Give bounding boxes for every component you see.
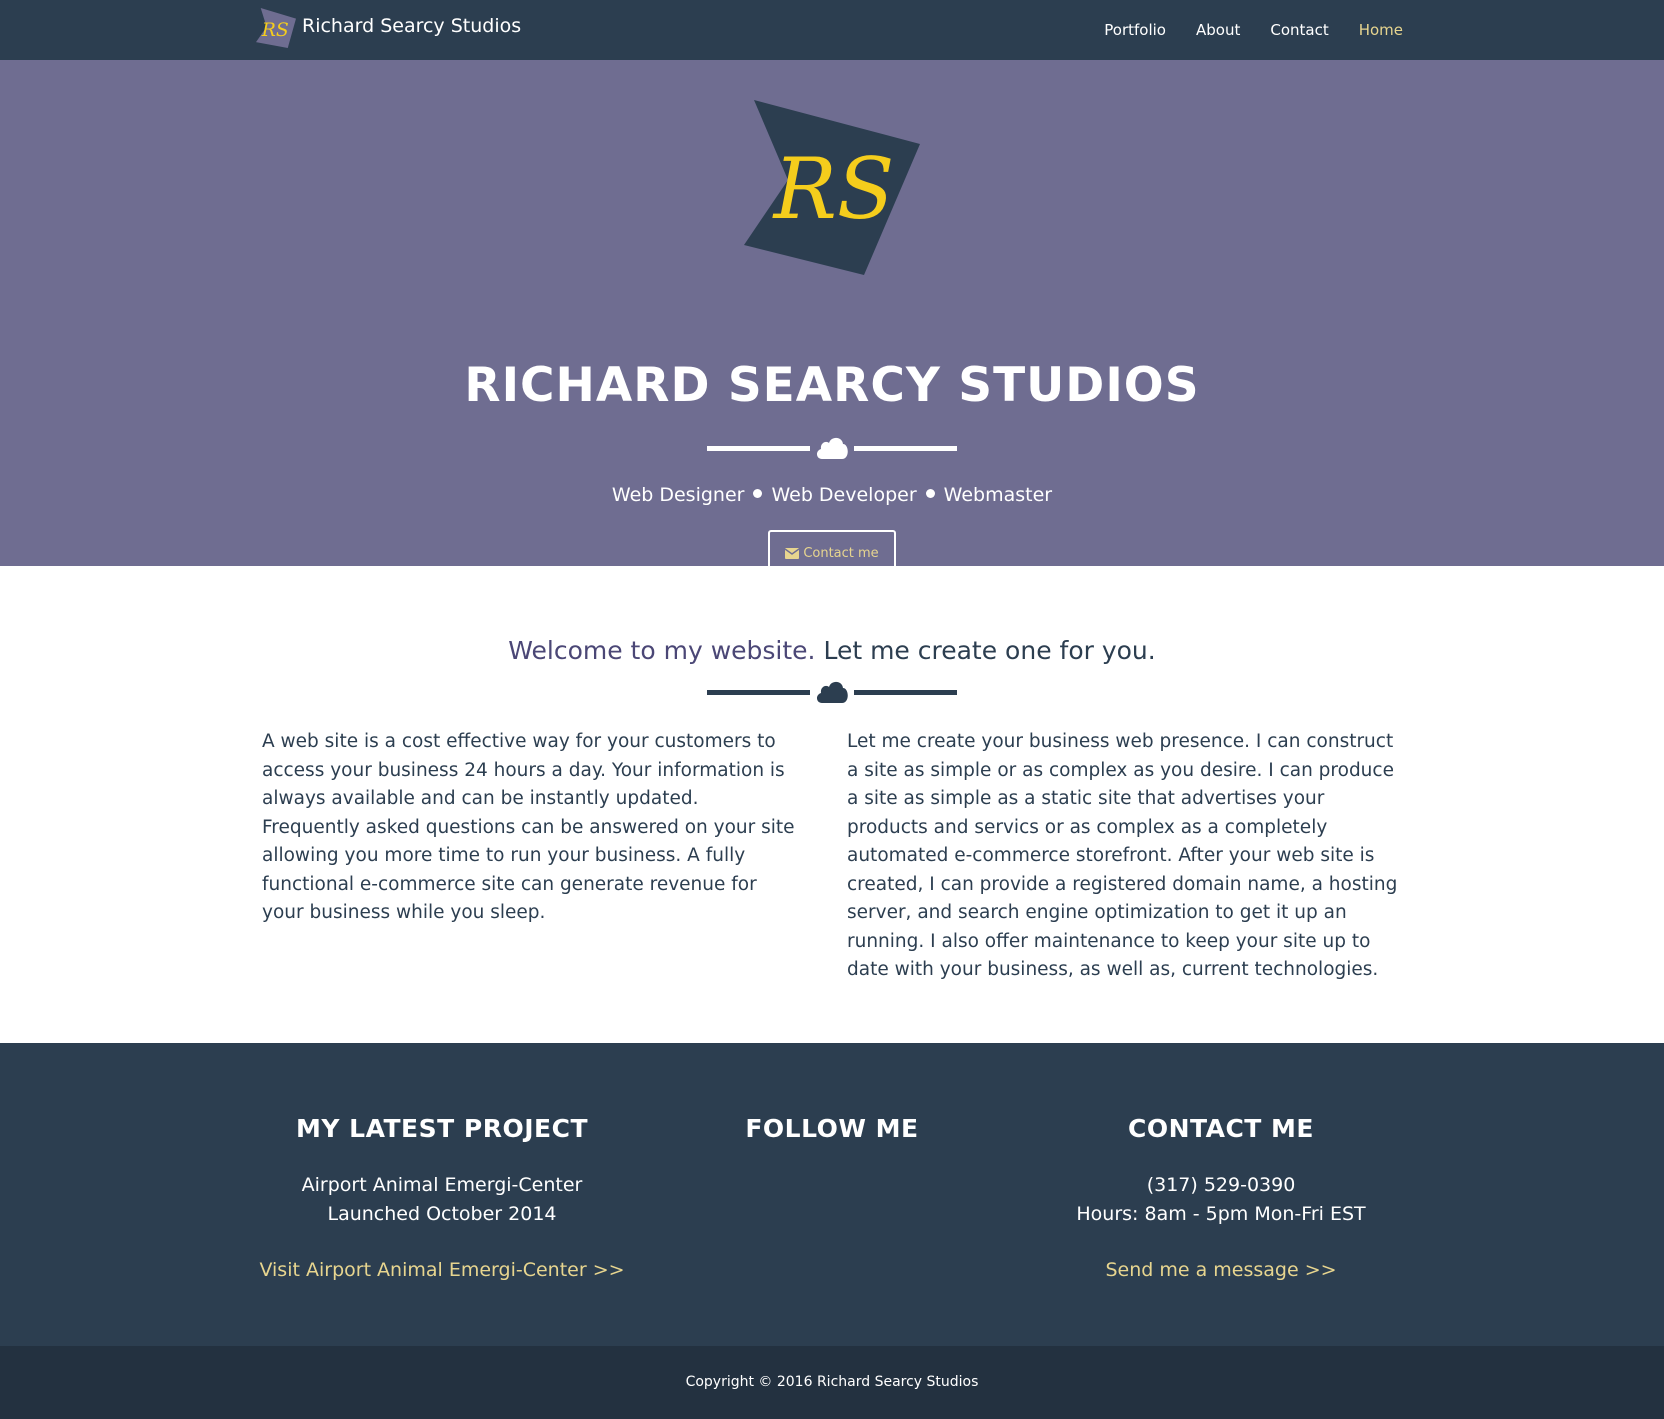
welcome-title-part2: Let me create one for you.: [823, 636, 1156, 665]
rs-logo-icon: RS: [256, 8, 296, 48]
send-message-link[interactable]: Send me a message >>: [1026, 1259, 1416, 1281]
copyright-text: Copyright © 2016 Richard Searcy Studios: [685, 1374, 979, 1390]
contact-me-label: Contact me: [803, 545, 879, 561]
skill-webmaster: Webmaster: [943, 484, 1053, 506]
project-launch-date: Launched October 2014: [327, 1203, 557, 1225]
latest-project-heading: MY LATEST PROJECT: [295, 1114, 589, 1143]
brand-text: Richard Searcy Studios: [302, 15, 522, 37]
welcome-title: Welcome to my website. Let me create one…: [0, 634, 1664, 668]
welcome-divider: [707, 678, 957, 708]
hero-section: RS RICHARD SEARCY STUDIOS Web Designer We…: [0, 60, 1664, 576]
contact-info: (317) 529-0390 Hours: 8am - 5pm Mon-Fri …: [1026, 1171, 1416, 1229]
hero-title: RICHARD SEARCY STUDIOS: [464, 358, 1200, 413]
nav-link-home[interactable]: Home: [1359, 21, 1403, 39]
project-name: Airport Animal Emergi-Center: [301, 1174, 583, 1196]
contact-phone: (317) 529-0390: [1146, 1174, 1296, 1196]
bullet-dot-icon: [753, 489, 763, 498]
svg-text:RS: RS: [261, 20, 289, 41]
contact-me-heading: CONTACT ME: [1127, 1114, 1315, 1143]
hero-divider: [707, 434, 957, 464]
copyright-bar: Copyright © 2016 Richard Searcy Studios: [0, 1346, 1664, 1419]
nav-link-contact[interactable]: Contact: [1270, 21, 1328, 39]
brand-link[interactable]: RS Richard Searcy Studios: [256, 8, 521, 48]
footer-section: MY LATEST PROJECT Airport Animal Emergi-…: [0, 1043, 1664, 1346]
navbar: RS Richard Searcy Studios Portfolio Abou…: [0, 0, 1664, 60]
skills-line: Web Designer Web Developer Webmaster: [0, 482, 1664, 508]
skill-web-developer: Web Developer: [771, 484, 917, 506]
bullet-dot-icon: [925, 489, 935, 498]
welcome-right-paragraph: Let me create your business web presence…: [847, 731, 1398, 980]
latest-project-info: Airport Animal Emergi-Center Launched Oc…: [247, 1171, 637, 1229]
skill-web-designer: Web Designer: [611, 484, 745, 506]
visit-project-link[interactable]: Visit Airport Animal Emergi-Center >>: [247, 1259, 637, 1281]
nav-link-portfolio[interactable]: Portfolio: [1104, 21, 1166, 39]
nav-menu: Portfolio About Contact Home: [1074, 0, 1403, 60]
cloud-icon: [816, 437, 848, 459]
cloud-icon: [816, 681, 848, 703]
envelope-icon: [785, 547, 800, 559]
svg-text:RS: RS: [772, 140, 895, 238]
rs-flag-logo-icon: RS: [744, 100, 920, 275]
welcome-section: Welcome to my website. Let me create one…: [0, 566, 1664, 1043]
follow-me-heading: FOLLOW ME: [745, 1114, 919, 1143]
nav-link-about[interactable]: About: [1196, 21, 1240, 39]
welcome-title-part1: Welcome to my website.: [508, 636, 816, 665]
contact-hours: Hours: 8am - 5pm Mon-Fri EST: [1076, 1203, 1366, 1225]
welcome-left-paragraph: A web site is a cost effective way for y…: [262, 731, 795, 923]
